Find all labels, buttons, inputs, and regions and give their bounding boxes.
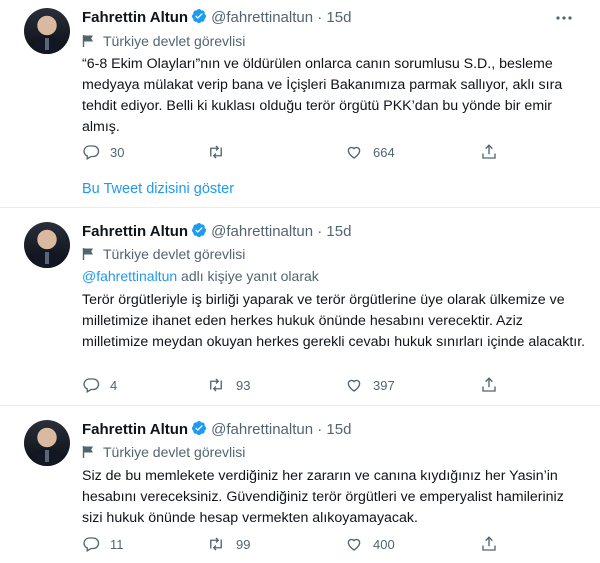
reply-button[interactable]: 11 xyxy=(82,534,124,554)
share-icon xyxy=(482,536,496,551)
display-name[interactable]: Fahrettin Altun xyxy=(82,421,188,438)
like-button[interactable]: 664 xyxy=(345,142,395,162)
share-icon xyxy=(482,377,496,392)
reply-count: 11 xyxy=(110,536,124,552)
tweet-actions: 30 664 xyxy=(82,142,502,162)
retweet-button[interactable] xyxy=(206,142,236,162)
divider xyxy=(0,405,600,406)
retweet-count: 99 xyxy=(236,536,251,552)
tweet-text: “6-8 Ekim Olayları”nın ve öldürülen onla… xyxy=(82,56,563,135)
reply-button[interactable]: 30 xyxy=(82,142,124,162)
retweet-icon xyxy=(210,378,222,392)
tweet-header: Fahrettin Altun @fahrettinaltun · 15d xyxy=(82,222,351,242)
like-count: 397 xyxy=(373,377,395,393)
more-icon[interactable] xyxy=(554,10,574,26)
divider xyxy=(0,207,600,208)
reply-count: 30 xyxy=(110,144,125,160)
tweet-text: Terör örgütleriyle iş birliği yaparak ve… xyxy=(82,292,586,350)
handle[interactable]: @fahrettinaltun xyxy=(211,421,313,438)
label-text: Türkiye devlet görevlisi xyxy=(103,33,246,49)
separator-dot: · xyxy=(317,421,323,438)
reply-mention-link[interactable]: @fahrettinaltun xyxy=(82,268,177,284)
avatar[interactable] xyxy=(24,8,70,54)
like-icon xyxy=(347,379,361,392)
label-text: Türkiye devlet görevlisi xyxy=(103,246,246,262)
display-name[interactable]: Fahrettin Altun xyxy=(82,223,188,240)
retweet-icon xyxy=(210,145,222,159)
replying-to: @fahrettinaltun adlı kişiye yanıt olarak xyxy=(82,268,319,284)
like-count: 400 xyxy=(373,536,395,552)
retweet-button[interactable]: 99 xyxy=(206,534,250,554)
tweet-text: Siz de bu memlekete verdiğiniz her zarar… xyxy=(82,468,564,526)
show-thread-link[interactable]: Bu Tweet dizisini göster xyxy=(82,181,234,197)
reply-icon xyxy=(83,145,100,160)
like-button[interactable]: 397 xyxy=(345,375,395,395)
state-affiliated-label[interactable]: Türkiye devlet görevlisi xyxy=(82,246,245,264)
verified-badge-icon xyxy=(191,8,207,28)
reply-to-suffix: adlı kişiye yanıt olarak xyxy=(177,268,319,284)
tweet-actions: 4 93 397 xyxy=(82,375,502,395)
like-icon xyxy=(347,538,361,551)
flag-icon xyxy=(82,34,95,51)
retweet-count: 93 xyxy=(236,377,251,393)
avatar[interactable] xyxy=(24,222,70,268)
reply-button[interactable]: 4 xyxy=(82,375,117,395)
reply-count: 4 xyxy=(110,377,118,393)
retweet-button[interactable]: 93 xyxy=(206,375,250,395)
tweet-header: Fahrettin Altun @fahrettinaltun · 15d xyxy=(82,420,351,440)
share-icon xyxy=(482,144,496,159)
separator-dot: · xyxy=(317,223,323,240)
like-count: 664 xyxy=(373,144,395,160)
timestamp[interactable]: 15d xyxy=(326,9,351,26)
share-button[interactable] xyxy=(480,534,498,554)
display-name[interactable]: Fahrettin Altun xyxy=(82,9,188,26)
like-icon xyxy=(347,146,361,159)
share-button[interactable] xyxy=(480,142,498,162)
tweet-header: Fahrettin Altun @fahrettinaltun · 15d xyxy=(82,8,351,28)
timestamp[interactable]: 15d xyxy=(326,421,351,438)
separator-dot: · xyxy=(317,9,323,26)
verified-badge-icon xyxy=(191,222,207,242)
handle[interactable]: @fahrettinaltun xyxy=(211,223,313,240)
reply-icon xyxy=(83,537,100,552)
share-button[interactable] xyxy=(480,375,498,395)
reply-icon xyxy=(83,378,100,393)
verified-badge-icon xyxy=(191,420,207,440)
avatar[interactable] xyxy=(24,420,70,466)
like-button[interactable]: 400 xyxy=(345,534,395,554)
timestamp[interactable]: 15d xyxy=(326,223,351,240)
state-affiliated-label[interactable]: Türkiye devlet görevlisi xyxy=(82,444,245,462)
flag-icon xyxy=(82,445,95,462)
handle[interactable]: @fahrettinaltun xyxy=(211,9,313,26)
label-text: Türkiye devlet görevlisi xyxy=(103,444,246,460)
tweet-actions: 11 99 400 xyxy=(82,534,502,554)
flag-icon xyxy=(82,247,95,264)
retweet-icon xyxy=(210,537,222,551)
state-affiliated-label[interactable]: Türkiye devlet görevlisi xyxy=(82,33,245,51)
